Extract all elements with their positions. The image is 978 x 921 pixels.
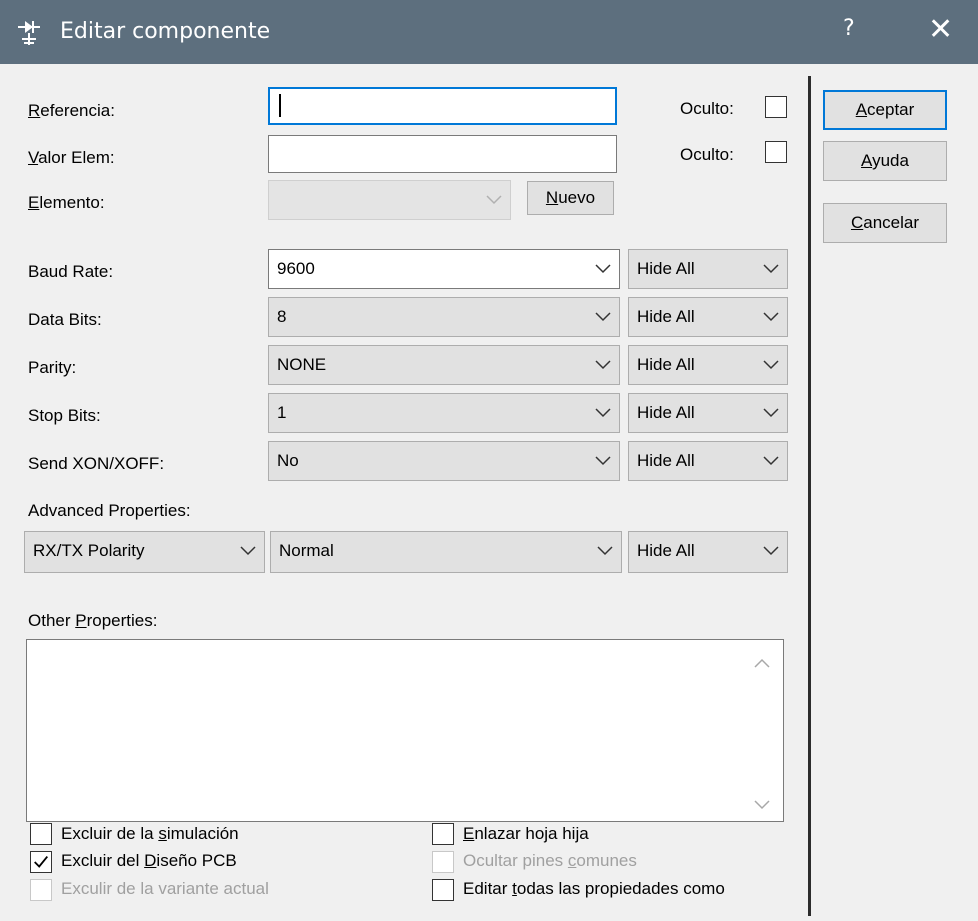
chevron-down-icon — [763, 360, 779, 370]
component-icon — [14, 18, 44, 48]
chevron-down-icon — [597, 546, 613, 556]
oculto-label: Oculto: — [680, 99, 734, 118]
ayuda-button[interactable]: Ayuda — [823, 141, 947, 181]
title-bar: Editar componente ? ✕ — [0, 0, 978, 64]
chevron-down-icon — [763, 408, 779, 418]
chevron-down-icon — [595, 312, 611, 322]
property-visibility: Hide All — [637, 355, 695, 374]
property-value: NONE — [277, 355, 327, 374]
advanced-label: Advanced Properties: — [28, 501, 191, 520]
advanced-property-value: RX/TX Polarity — [33, 541, 145, 560]
other-properties-textarea[interactable] — [26, 639, 784, 822]
window-title: Editar componente — [60, 19, 271, 44]
oculto-referencia-checkbox[interactable] — [765, 96, 787, 118]
advanced-visibility: Hide All — [637, 541, 695, 560]
aceptar-button[interactable]: Aceptar — [823, 90, 947, 130]
oculto-valor-checkbox[interactable] — [765, 141, 787, 163]
scroll-down-icon[interactable] — [754, 800, 770, 810]
close-icon[interactable]: ✕ — [928, 12, 953, 47]
property-value-select[interactable]: 9600 — [268, 249, 620, 289]
excluir-pcb-label: Excluir del Diseño PCB — [61, 851, 237, 870]
chevron-down-icon — [763, 312, 779, 322]
enlazar-hoja-checkbox[interactable] — [432, 823, 454, 845]
help-icon[interactable]: ? — [843, 16, 855, 41]
property-visibility: Hide All — [637, 403, 695, 422]
text-caret — [279, 94, 281, 117]
excluir-variante-label: Exculir de la variante actual — [61, 879, 269, 898]
property-value: 9600 — [277, 259, 315, 278]
oculto-label: Oculto: — [680, 145, 734, 164]
chevron-down-icon — [595, 408, 611, 418]
property-value: 1 — [277, 403, 287, 422]
property-visibility-select[interactable]: Hide All — [628, 249, 788, 289]
chevron-down-icon — [595, 456, 611, 466]
divider — [808, 76, 811, 916]
property-value: 8 — [277, 307, 287, 326]
property-label: Send XON/XOFF: — [28, 454, 165, 473]
property-value-select[interactable]: NONE — [268, 345, 620, 385]
property-visibility-select[interactable]: Hide All — [628, 393, 788, 433]
property-visibility: Hide All — [637, 307, 695, 326]
property-value-select[interactable]: 8 — [268, 297, 620, 337]
other-properties-label: Other Properties: — [28, 611, 158, 630]
excluir-pcb-checkbox[interactable] — [30, 851, 52, 873]
referencia-input[interactable] — [268, 87, 617, 125]
ocultar-pines-checkbox[interactable] — [432, 851, 454, 873]
property-visibility: Hide All — [637, 259, 695, 278]
property-visibility-select[interactable]: Hide All — [628, 441, 788, 481]
property-visibility-select[interactable]: Hide All — [628, 345, 788, 385]
advanced-value: Normal — [279, 541, 334, 560]
property-visibility-select[interactable]: Hide All — [628, 297, 788, 337]
property-value: No — [277, 451, 299, 470]
chevron-down-icon — [763, 264, 779, 274]
excluir-variante-checkbox[interactable] — [30, 879, 52, 901]
elemento-label: Elemento: — [28, 193, 105, 212]
chevron-down-icon — [763, 456, 779, 466]
property-label: Baud Rate: — [28, 262, 114, 281]
valor-label: Valor Elem: — [28, 148, 115, 167]
property-label: Stop Bits: — [28, 406, 101, 425]
editar-todas-label: Editar todas las propiedades como — [463, 879, 725, 898]
editar-todas-checkbox[interactable] — [432, 879, 454, 901]
referencia-label-text: eferencia: — [40, 101, 115, 120]
property-label: Data Bits: — [28, 310, 102, 329]
valor-input[interactable] — [268, 135, 617, 173]
chevron-down-icon — [595, 264, 611, 274]
elemento-select[interactable] — [268, 180, 511, 220]
excluir-simulacion-label: Excluir de la simulación — [61, 824, 239, 843]
property-label: Parity: — [28, 358, 77, 377]
chevron-down-icon — [486, 195, 502, 205]
chevron-down-icon — [595, 360, 611, 370]
property-value-select[interactable]: No — [268, 441, 620, 481]
cancelar-button[interactable]: Cancelar — [823, 203, 947, 243]
ocultar-pines-label: Ocultar pines comunes — [463, 851, 637, 870]
scroll-up-icon[interactable] — [754, 658, 770, 668]
chevron-down-icon — [240, 546, 256, 556]
excluir-simulacion-checkbox[interactable] — [30, 823, 52, 845]
advanced-value-select[interactable]: Normal — [270, 531, 622, 573]
advanced-property-select[interactable]: RX/TX Polarity — [24, 531, 265, 573]
referencia-label: Referencia: — [28, 101, 115, 120]
checkmark-icon — [34, 856, 48, 868]
nuevo-button[interactable]: Nuevo — [527, 181, 614, 215]
property-visibility: Hide All — [637, 451, 695, 470]
advanced-visibility-select[interactable]: Hide All — [628, 531, 788, 573]
enlazar-hoja-label: Enlazar hoja hija — [463, 824, 589, 843]
chevron-down-icon — [763, 546, 779, 556]
property-value-select[interactable]: 1 — [268, 393, 620, 433]
